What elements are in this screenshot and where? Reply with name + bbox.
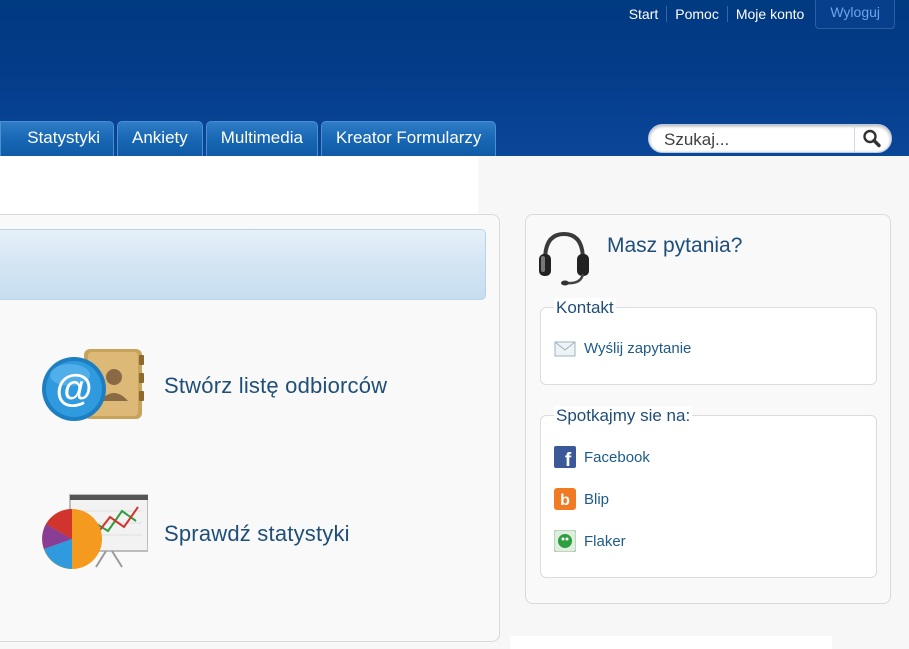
create-recipient-list-label: Stwórz listę odbiorców [164,373,388,398]
blip-icon: b [554,488,576,510]
tab-ankiety[interactable]: Ankiety [117,121,203,156]
svg-text:f: f [565,450,572,468]
social-box-title: Spotkajmy sie na: [554,406,693,426]
content-top-strip [0,156,478,214]
top-links: Start Pomoc Moje konto Wyloguj [621,0,895,29]
search-icon [863,129,881,148]
check-statistics-label: Sprawdź statystyki [164,521,350,546]
facebook-icon: f [554,446,576,468]
contact-box: Kontakt Wyślij zapytanie [540,298,877,385]
contact-box-title: Kontakt [554,298,616,318]
help-link[interactable]: Pomoc [667,6,728,22]
flaker-link[interactable]: Flaker [554,530,626,552]
flaker-label: Flaker [584,532,626,550]
svg-text:b: b [560,492,570,509]
facebook-link[interactable]: f Facebook [554,446,650,468]
facebook-label: Facebook [584,448,650,466]
social-box: Spotkajmy sie na: f Facebook b Blip Flak… [540,406,877,578]
headset-icon [539,231,589,286]
account-link[interactable]: Moje konto [728,6,812,22]
search-button[interactable] [854,125,891,152]
tab-kreator-formularzy[interactable]: Kreator Formularzy [320,121,497,156]
tab-statystyki[interactable]: Statystyki [0,121,114,156]
main-panel-header [0,229,486,300]
logout-button[interactable]: Wyloguj [815,0,895,29]
create-recipient-list-action[interactable]: @ Stwórz listę odbiorców [40,345,387,427]
blip-link[interactable]: b Blip [554,488,609,510]
send-inquiry-link[interactable]: Wyślij zapytanie [554,340,691,357]
statistics-chart-icon [42,494,148,569]
flaker-icon [554,530,576,552]
search-box [648,124,892,153]
search-input[interactable] [662,128,851,152]
start-link[interactable]: Start [621,6,668,22]
main-nav: Statystyki Ankiety Multimedia Kreator Fo… [0,121,499,156]
bottom-strip [510,636,832,649]
tab-multimedia[interactable]: Multimedia [205,121,318,156]
check-statistics-action[interactable]: Sprawdź statystyki [40,493,350,575]
svg-text:@: @ [55,368,92,410]
blip-label: Blip [584,490,610,508]
envelope-icon [554,341,576,356]
site-header: Start Pomoc Moje konto Wyloguj Statystyk… [0,0,909,156]
address-book-icon: @ [42,349,144,421]
send-inquiry-label: Wyślij zapytanie [584,340,692,357]
help-panel-title: Masz pytania? [607,234,743,257]
